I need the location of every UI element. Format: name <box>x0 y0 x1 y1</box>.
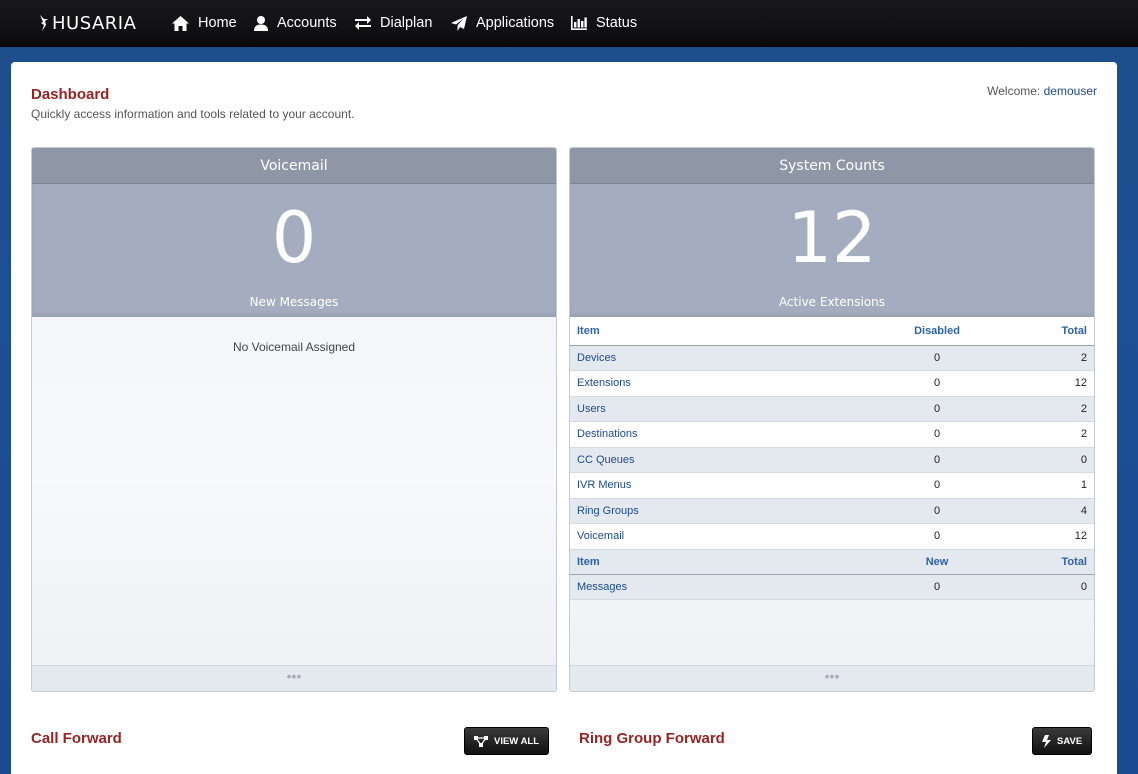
paper-plane-icon <box>451 15 467 31</box>
row-item[interactable]: CC Queues <box>570 447 870 473</box>
row-item[interactable]: Destinations <box>570 421 870 448</box>
table-row[interactable]: IVR Menus 0 1 <box>570 472 1094 499</box>
home-icon <box>172 15 189 31</box>
system-counts-widget-expand-handle[interactable]: ••• <box>570 665 1094 691</box>
nav-dialplan[interactable]: Dialplan <box>355 12 432 34</box>
voicemail-widget: Voicemail 0 New Messages No Voicemail As… <box>31 147 557 692</box>
call-forward-title: Call Forward <box>31 730 122 747</box>
row-item[interactable]: Ring Groups <box>570 498 870 524</box>
save-label: SAVE <box>1057 735 1083 747</box>
row-total: 1 <box>1004 472 1094 499</box>
voicemail-count-label: New Messages <box>249 295 339 309</box>
ring-group-forward-title: Ring Group Forward <box>579 730 725 747</box>
table-row[interactable]: Extensions 0 12 <box>570 370 1094 397</box>
nav-home-label: Home <box>198 15 237 31</box>
brand-name: HUSARIA <box>52 12 137 34</box>
nav-dialplan-label: Dialplan <box>380 15 433 31</box>
voicemail-count: 0 <box>271 197 317 279</box>
col-header-new: New <box>870 548 1004 575</box>
voicemail-widget-title: Voicemail <box>32 148 556 184</box>
row-disabled: 0 <box>870 498 1004 524</box>
nav-home[interactable]: Home <box>172 12 237 34</box>
col-header-total: Total <box>1004 548 1094 575</box>
row-total: 2 <box>1004 345 1094 371</box>
table-subheader-row: Item New Total <box>570 548 1094 575</box>
husaria-wing-icon <box>40 15 48 31</box>
table-row[interactable]: Ring Groups 0 4 <box>570 498 1094 524</box>
save-button[interactable]: SAVE <box>1032 727 1093 755</box>
row-total: 2 <box>1004 421 1094 448</box>
col-header-item: Item <box>570 317 870 346</box>
row-item[interactable]: Voicemail <box>570 523 870 550</box>
system-counts-table: Item Disabled Total Devices 0 2 Extensio… <box>570 317 1094 600</box>
row-item[interactable]: Devices <box>570 345 870 371</box>
col-header-item: Item <box>570 548 870 575</box>
col-header-total: Total <box>1004 317 1094 346</box>
table-header-row: Item Disabled Total <box>570 317 1094 346</box>
row-disabled: 0 <box>870 523 1004 550</box>
exchange-icon <box>355 16 371 30</box>
system-counts-widget: System Counts 12 Active Extensions Item … <box>569 147 1095 692</box>
bolt-icon <box>1042 734 1051 748</box>
row-total: 2 <box>1004 396 1094 422</box>
system-counts-widget-title: System Counts <box>570 148 1094 184</box>
view-all-button[interactable]: VIEW ALL <box>464 727 550 755</box>
row-disabled: 0 <box>870 396 1004 422</box>
nav-accounts[interactable]: Accounts <box>254 12 337 34</box>
row-item[interactable]: Extensions <box>570 370 870 397</box>
nav-applications-label: Applications <box>476 15 555 31</box>
row-disabled: 0 <box>870 447 1004 473</box>
row-total: 0 <box>1004 447 1094 473</box>
top-navbar: HUSARIA Home Accounts Dialplan Applicati… <box>0 0 1138 47</box>
col-header-disabled: Disabled <box>870 317 1004 346</box>
brand-logo[interactable]: HUSARIA <box>38 11 136 35</box>
username-link[interactable]: demouser <box>1044 84 1097 98</box>
row-new: 0 <box>870 574 1004 600</box>
bar-chart-icon <box>571 16 587 30</box>
row-disabled: 0 <box>870 472 1004 499</box>
network-icon <box>474 735 488 747</box>
row-disabled: 0 <box>870 345 1004 371</box>
row-item[interactable]: IVR Menus <box>570 472 870 499</box>
row-total: 12 <box>1004 523 1094 550</box>
table-row[interactable]: Users 0 2 <box>570 396 1094 422</box>
view-all-label: VIEW ALL <box>494 735 540 747</box>
nav-applications[interactable]: Applications <box>451 12 554 34</box>
row-disabled: 0 <box>870 370 1004 397</box>
voicemail-widget-expand-handle[interactable]: ••• <box>32 665 556 691</box>
welcome-message: Welcome: demouser <box>987 84 1097 98</box>
nav-status[interactable]: Status <box>571 12 637 34</box>
table-row[interactable]: Destinations 0 2 <box>570 421 1094 448</box>
voicemail-hero[interactable]: 0 New Messages <box>32 184 556 317</box>
table-row[interactable]: CC Queues 0 0 <box>570 447 1094 473</box>
welcome-label: Welcome: <box>987 84 1041 98</box>
active-extensions-count: 12 <box>787 197 877 279</box>
active-extensions-label: Active Extensions <box>778 295 886 309</box>
row-disabled: 0 <box>870 421 1004 448</box>
system-counts-hero[interactable]: 12 Active Extensions <box>570 184 1094 317</box>
table-row[interactable]: Devices 0 2 <box>570 345 1094 371</box>
page-title: Dashboard <box>31 86 110 103</box>
row-item[interactable]: Messages <box>570 574 870 600</box>
row-total: 0 <box>1004 574 1094 600</box>
main-content-panel: Dashboard Quickly access information and… <box>11 62 1117 774</box>
table-row[interactable]: Messages 0 0 <box>570 574 1094 600</box>
page-subtitle: Quickly access information and tools rel… <box>31 107 355 121</box>
nav-accounts-label: Accounts <box>277 15 337 31</box>
voicemail-empty-message: No Voicemail Assigned <box>232 340 356 354</box>
row-item[interactable]: Users <box>570 396 870 422</box>
row-total: 12 <box>1004 370 1094 397</box>
row-total: 4 <box>1004 498 1094 524</box>
nav-status-label: Status <box>596 15 638 31</box>
user-icon <box>254 15 268 31</box>
table-row[interactable]: Voicemail 0 12 <box>570 523 1094 550</box>
